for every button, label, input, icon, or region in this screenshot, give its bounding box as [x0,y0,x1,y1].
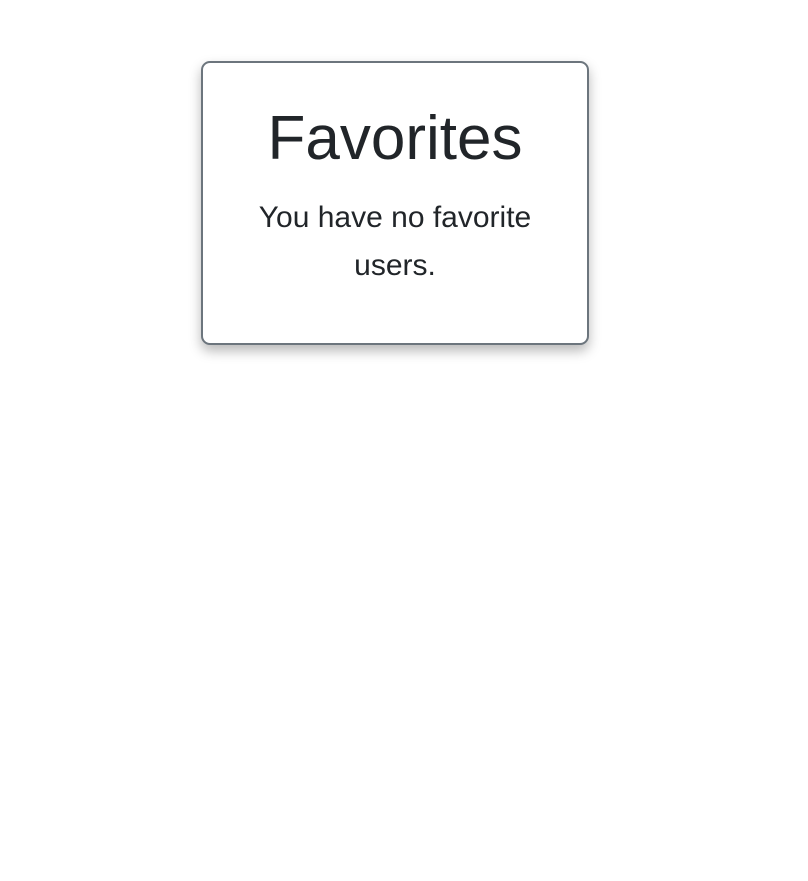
empty-favorites-message: You have no favorite users. [258,201,532,282]
favorites-card: Favorites You have no favorite users. [201,61,589,345]
favorites-title: Favorites [267,104,523,173]
